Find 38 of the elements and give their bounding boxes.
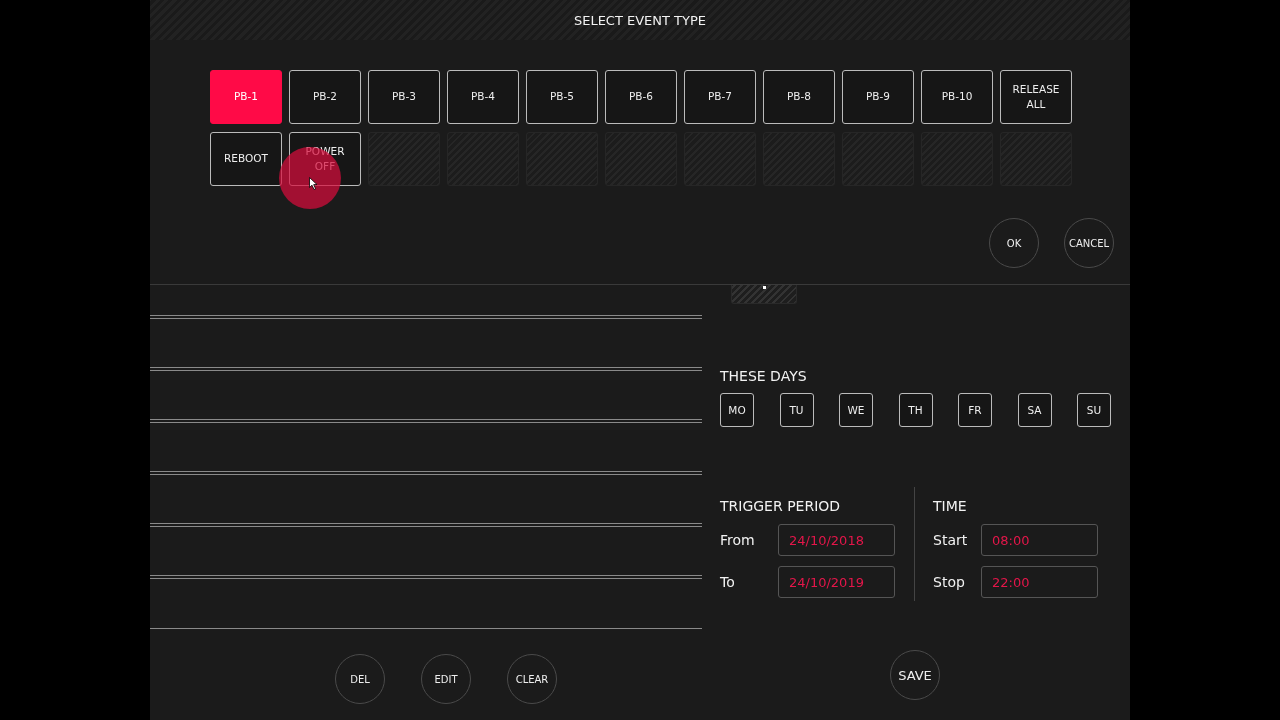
scroll-handle[interactable]: [731, 285, 797, 304]
event-type-button[interactable]: PB-1: [210, 70, 282, 124]
event-type-button[interactable]: REBOOT: [210, 132, 282, 186]
day-toggle[interactable]: WE: [839, 393, 873, 427]
day-toggle[interactable]: TH: [898, 393, 933, 427]
event-type-button[interactable]: RELEASE ALL: [1000, 70, 1072, 124]
event-type-button[interactable]: PB-3: [368, 70, 440, 124]
section-title: TIME: [933, 498, 968, 514]
day-toggle[interactable]: SA: [1017, 393, 1052, 427]
day-toggle[interactable]: SU: [1077, 393, 1111, 427]
field-label: Stop: [933, 574, 966, 590]
action-button[interactable]: OK: [989, 218, 1039, 268]
time-field[interactable]: 22:00: [981, 566, 1098, 598]
section-title: TRIGGER PERIOD: [720, 498, 842, 514]
event-type-button[interactable]: PB-10: [921, 70, 993, 124]
event-type-button[interactable]: PB-2: [289, 70, 361, 124]
time-field[interactable]: 08:00: [981, 524, 1098, 556]
date-field[interactable]: 24/10/2019: [778, 566, 895, 598]
day-toggle[interactable]: TU: [779, 393, 814, 427]
field-label: To: [720, 574, 736, 590]
event-type-button[interactable]: PB-6: [605, 70, 677, 124]
event-type-button[interactable]: PB-8: [763, 70, 835, 124]
day-toggle[interactable]: FR: [958, 393, 992, 427]
section-title: THESE DAYS: [720, 368, 808, 384]
list-button[interactable]: EDIT: [421, 654, 471, 704]
event-type-button[interactable]: PB-5: [526, 70, 598, 124]
save-button[interactable]: SAVE: [890, 650, 940, 700]
date-field[interactable]: 24/10/2018: [778, 524, 895, 556]
list-button[interactable]: CLEAR: [507, 654, 557, 704]
field-label: Start: [933, 532, 969, 548]
field-label: From: [720, 532, 756, 548]
event-type-button[interactable]: PB-4: [447, 70, 519, 124]
list-button[interactable]: DEL: [335, 654, 385, 704]
day-toggle[interactable]: MO: [720, 393, 754, 427]
action-button[interactable]: CANCEL: [1064, 218, 1114, 268]
dialog-title: SELECT EVENT TYPE: [573, 12, 707, 28]
event-type-button[interactable]: PB-7: [684, 70, 756, 124]
event-type-button[interactable]: PB-9: [842, 70, 914, 124]
